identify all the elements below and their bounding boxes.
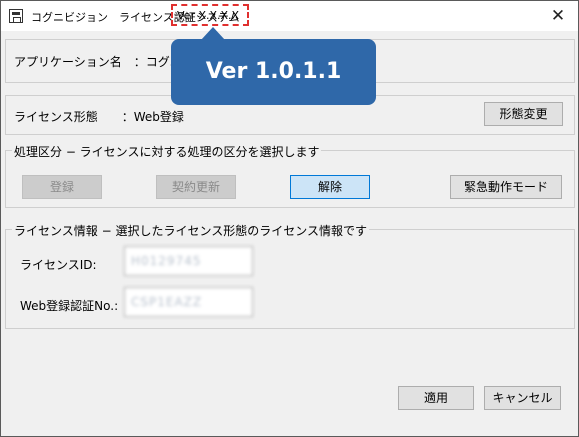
cancel-button[interactable]: キャンセル	[484, 386, 561, 410]
apply-button[interactable]: 適用	[398, 386, 474, 410]
license-dialog-window: コグニビジョン ライセンス認証システム Ver X.X.X.X ✕ アプリケーシ…	[0, 0, 579, 437]
version-callout: Ver 1.0.1.1	[171, 39, 376, 105]
license-info-section: ライセンス情報 − 選択したライセンス形態のライセンス情報です ライセンスID:…	[5, 222, 575, 329]
process-section-title: 処理区分 − ライセンスに対する処理の区分を選択します	[12, 143, 322, 160]
web-auth-field[interactable]: CSP1EAZZ	[124, 287, 253, 317]
version-highlight: Ver X.X.X.X	[171, 4, 249, 26]
process-section: 処理区分 − ライセンスに対する処理の区分を選択します 登録 契約更新 解除 緊…	[5, 143, 575, 208]
license-id-label: ライセンスID:	[20, 258, 97, 272]
close-button[interactable]: ✕	[546, 5, 570, 27]
license-info-title: ライセンス情報 − 選択したライセンス形態のライセンス情報です	[12, 222, 369, 239]
renew-button[interactable]: 契約更新	[156, 175, 236, 199]
license-id-field[interactable]: H0129745	[124, 246, 253, 276]
emergency-mode-button[interactable]: 緊急動作モード	[450, 175, 562, 199]
app-icon	[9, 9, 23, 23]
register-button[interactable]: 登録	[22, 175, 102, 199]
title-bar: コグニビジョン ライセンス認証システム Ver X.X.X.X ✕	[1, 1, 578, 31]
web-auth-label: Web登録認証No.:	[20, 299, 119, 313]
release-button[interactable]: 解除	[290, 175, 370, 199]
change-type-button[interactable]: 形態変更	[484, 102, 563, 126]
app-name-label: アプリケーション名 ：コグニ	[14, 55, 182, 69]
license-type-label: ライセンス形態 ：Web登録	[14, 110, 184, 124]
